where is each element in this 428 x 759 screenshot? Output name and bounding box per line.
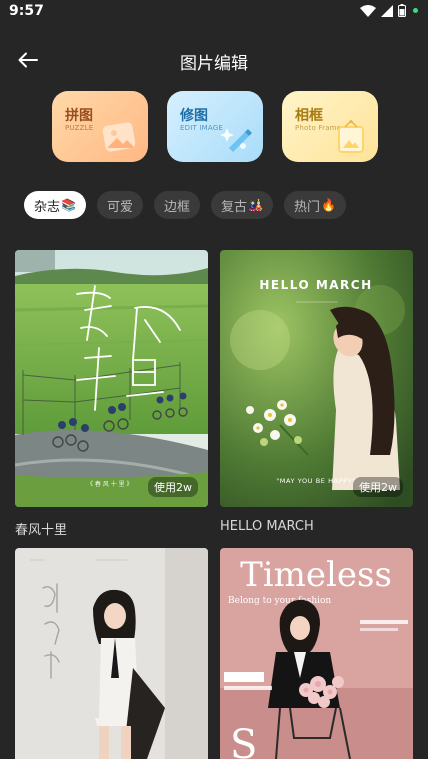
poster-subtitle: Belong to your fashion [228,596,331,606]
filter-label: 边框 [163,199,190,215]
tool-subtitle: PUZZLE [65,124,94,132]
filter-label: 可爱 [106,199,133,215]
filter-cute[interactable]: 可爱 [96,191,143,219]
retro-icon: 🎎 [248,198,263,212]
signal-icon [381,4,393,17]
filter-magazine[interactable]: 杂志 📚 [24,191,86,219]
template-thumbnail: HELLO MARCH "MAY YOU BE HAPPY" [220,250,413,507]
status-time: 9:57 [9,3,44,19]
poster-title: Timeless [240,555,392,595]
template-name: 春风十里 [15,523,68,538]
template-card[interactable]: 《 春 风 十 里 》 使用2w [15,250,208,507]
page-title: 图片编辑 [180,54,248,74]
battery-icon [398,4,406,17]
filter-hot[interactable]: 热门 🔥 [283,191,346,219]
filter-label: 杂志 [34,199,61,215]
template-card[interactable] [15,548,208,759]
template-thumbnail: 《 春 风 十 里 》 [15,250,208,507]
books-icon: 📚 [61,198,76,212]
collage-tool-card[interactable]: 拼图 PUZZLE [52,91,148,162]
poster-subtitle: "MAY YOU BE HAPPY" [276,477,356,485]
filter-retro[interactable]: 复古 🎎 [211,191,273,219]
header: 图片编辑 [0,40,428,80]
image-collage-icon [100,120,140,158]
poster-title: HELLO MARCH [259,278,372,292]
svg-text:S: S [230,722,257,759]
wifi-icon [360,4,376,17]
template-thumbnail [15,548,208,759]
tool-title: 修图 [180,108,208,124]
template-card[interactable]: HELLO MARCH "MAY YOU BE HAPPY" 使用2w [220,250,413,507]
filter-label: 复古 [221,199,248,215]
usage-badge: 使用2w [353,477,403,497]
category-filters: 杂志 📚 可爱 边框 复古 🎎 热门 🔥 [24,191,346,219]
retouch-tool-card[interactable]: 修图 EDIT IMAGE [167,91,263,162]
tool-title: 拼图 [65,108,93,124]
status-icons [360,4,418,17]
sparkle-icon [215,120,255,158]
fire-icon: 🔥 [320,198,336,212]
frame-tool-card[interactable]: 相框 Photo Frame [282,91,378,162]
template-thumbnail: Timeless Belong to your fashion S [220,548,413,759]
template-card[interactable]: Timeless Belong to your fashion S [220,548,413,759]
status-bar: 9:57 [0,0,428,24]
usage-badge: 使用2w [148,477,198,497]
frame-icon [330,120,370,158]
tool-title: 相框 [295,108,323,124]
filter-border[interactable]: 边框 [153,191,200,219]
notification-dot-icon [413,8,418,13]
svg-text:《 春 风 十 里 》: 《 春 风 十 里 》 [87,480,133,488]
tool-cards: 拼图 PUZZLE 修图 EDIT IMAGE 相框 Photo Frame [52,91,378,162]
filter-label: 热门 [293,199,320,215]
template-name: HELLO MARCH [220,519,314,534]
